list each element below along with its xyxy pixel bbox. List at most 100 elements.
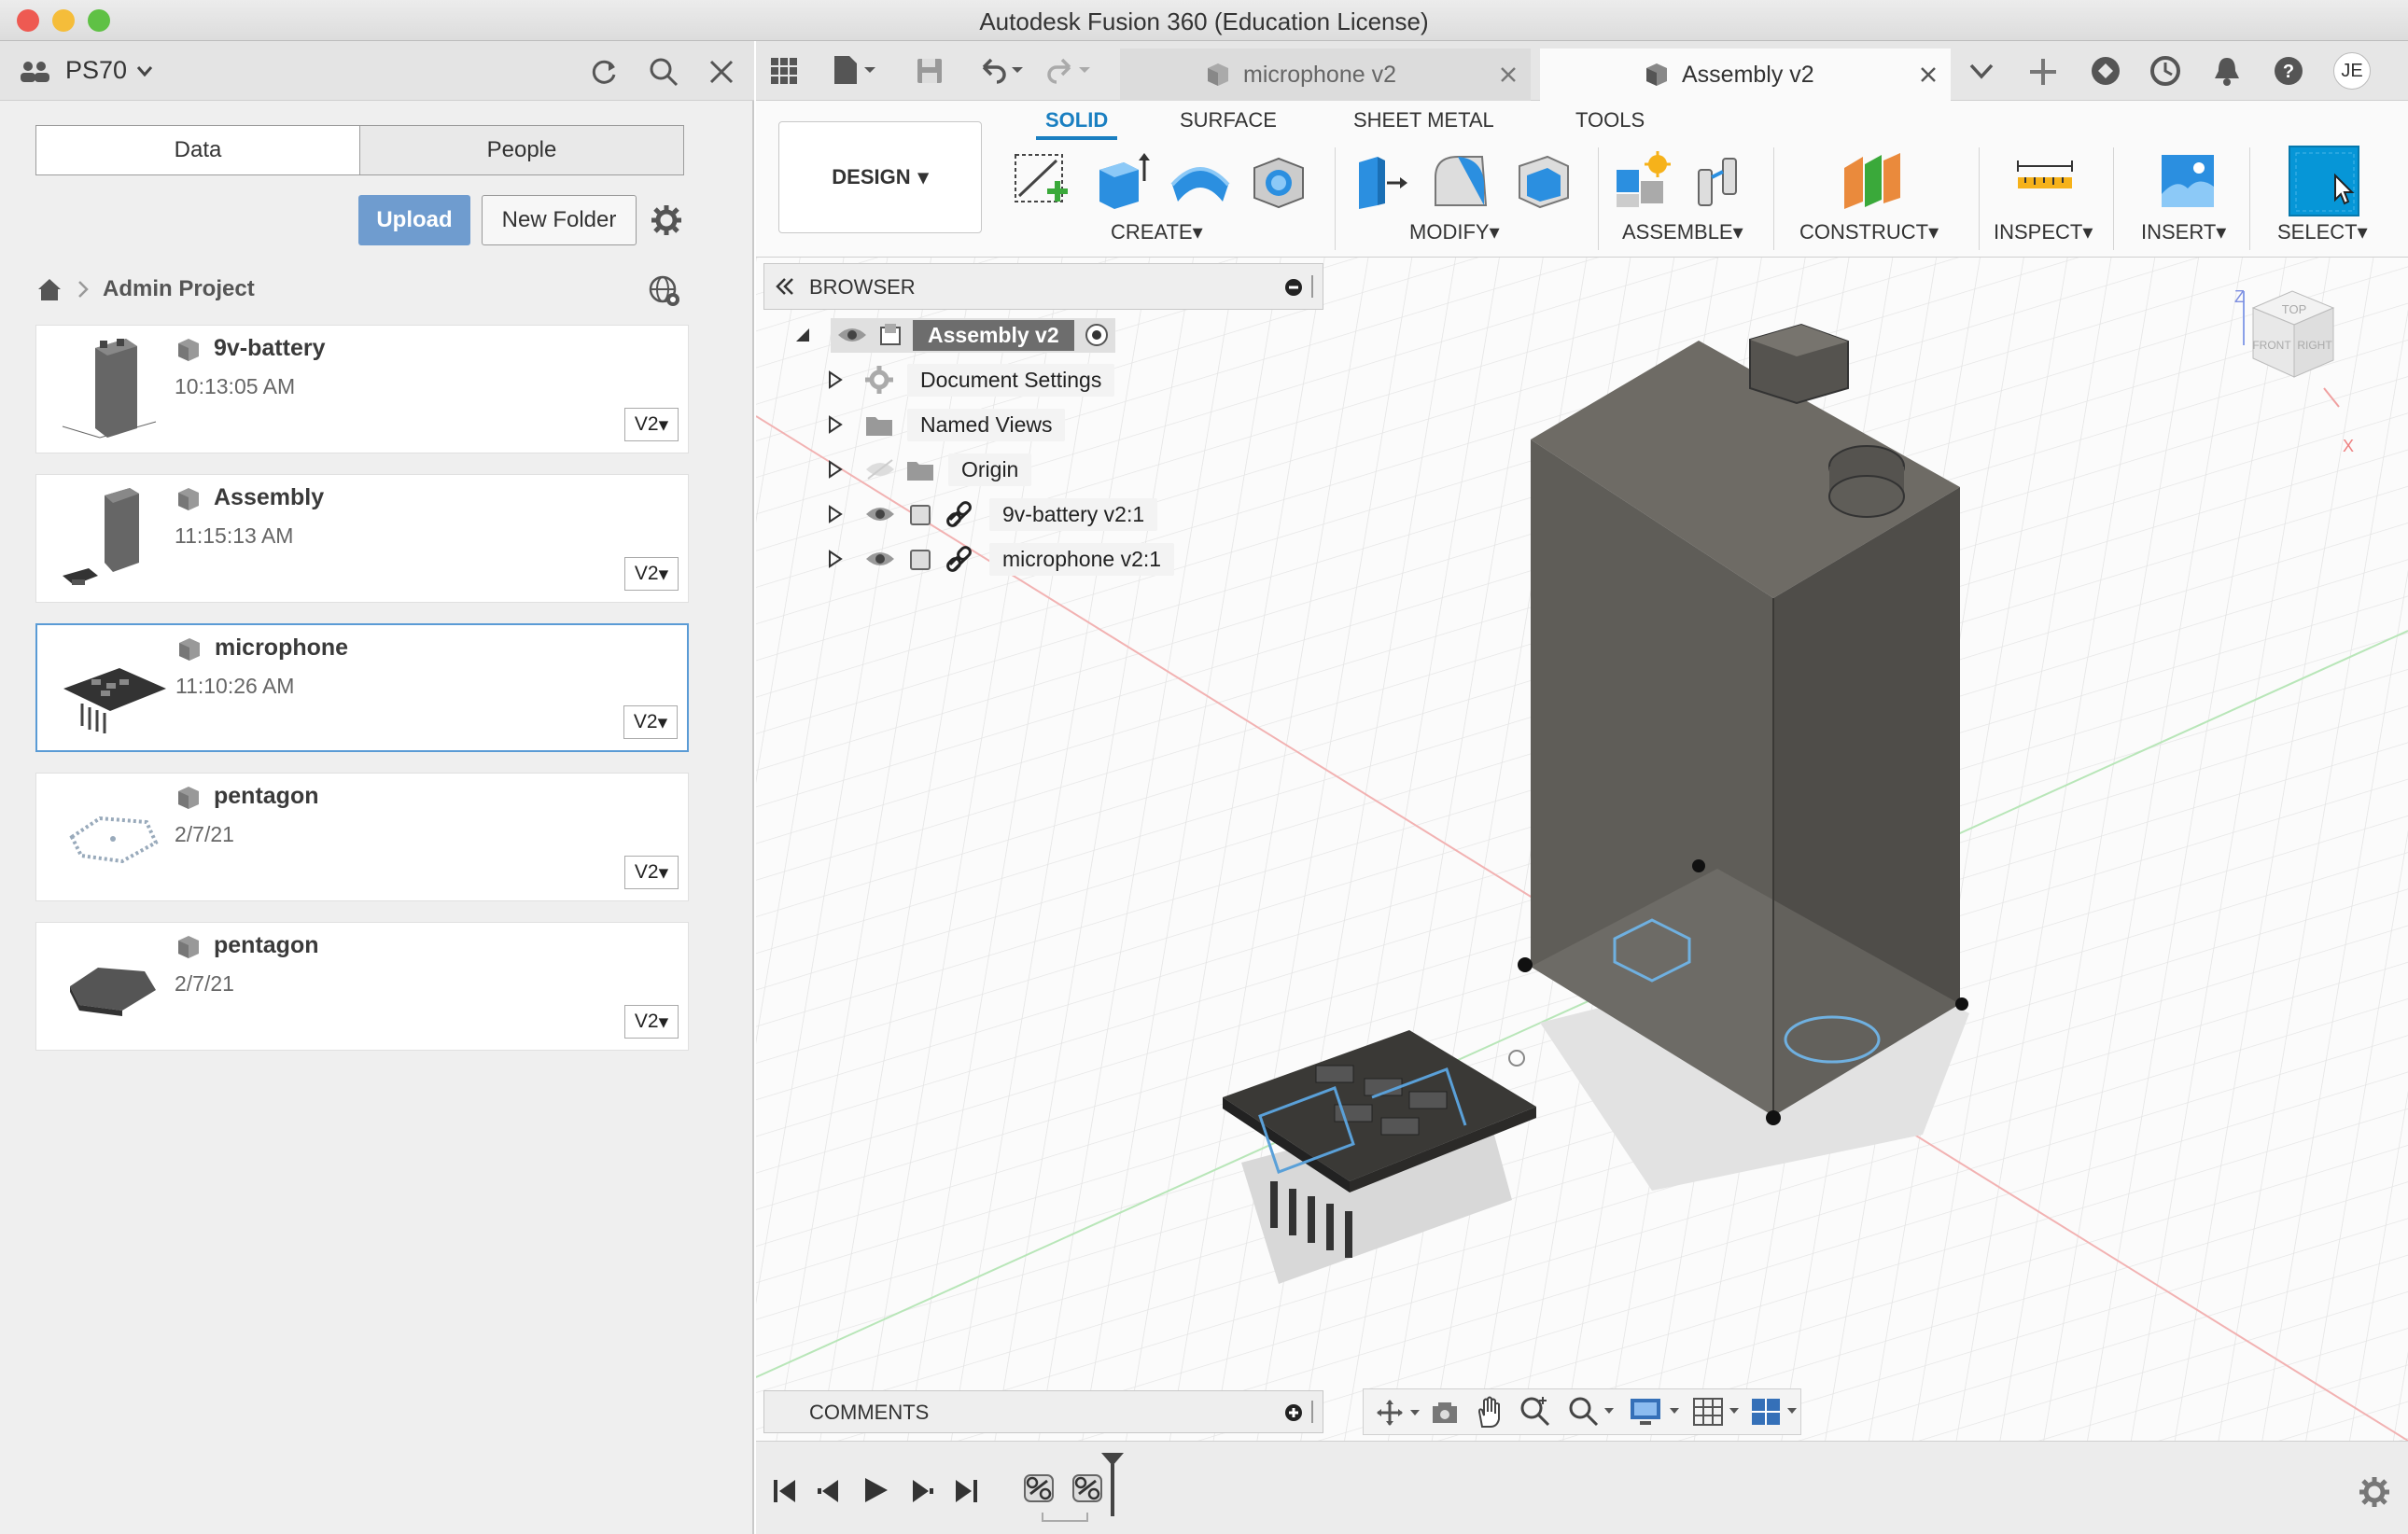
insert-menu[interactable]: INSERT▾: [2141, 220, 2226, 244]
pan-hand-icon[interactable]: [1474, 1395, 1505, 1429]
step-back-icon[interactable]: [816, 1477, 844, 1505]
help-icon[interactable]: ?: [2272, 54, 2305, 88]
collapsed-triangle-icon[interactable]: [827, 370, 844, 389]
inspect-menu[interactable]: INSPECT▾: [1994, 220, 2093, 244]
expanded-triangle-icon[interactable]: [793, 326, 812, 344]
hidden-eye-icon[interactable]: [864, 458, 896, 481]
insert-image-icon[interactable]: [2156, 149, 2218, 211]
revolve-icon[interactable]: [1167, 149, 1232, 211]
zoom-icon[interactable]: [1519, 1395, 1552, 1429]
add-comment-icon[interactable]: [1283, 1402, 1304, 1423]
globe-icon[interactable]: [648, 274, 681, 308]
tree-item-label[interactable]: Document Settings: [907, 363, 1115, 397]
browser-row-named-views[interactable]: Named Views: [827, 407, 1066, 442]
browser-root-row[interactable]: Assembly v2: [793, 317, 1115, 353]
play-icon[interactable]: [861, 1475, 890, 1505]
offset-plane-icon[interactable]: [1839, 149, 1904, 211]
collapsed-triangle-icon[interactable]: [827, 550, 844, 568]
list-item[interactable]: 9v-battery 10:13:05 AM V2 ▾: [35, 325, 689, 453]
fillet-icon[interactable]: [1430, 149, 1491, 211]
close-tab-icon[interactable]: [1919, 65, 1938, 84]
user-avatar[interactable]: JE: [2333, 52, 2371, 90]
browser-resize-handle[interactable]: [1311, 275, 1315, 298]
close-tab-icon[interactable]: [1499, 65, 1518, 84]
look-at-icon[interactable]: [1429, 1399, 1461, 1427]
construct-menu[interactable]: CONSTRUCT▾: [1799, 220, 1939, 244]
browser-minimize-icon[interactable]: [1283, 277, 1304, 298]
tree-item-label[interactable]: microphone v2:1: [989, 542, 1175, 576]
go-to-end-icon[interactable]: [952, 1477, 980, 1505]
activate-radio-icon[interactable]: [1084, 322, 1110, 348]
extensions-icon[interactable]: [2089, 54, 2122, 88]
create-sketch-icon[interactable]: [1010, 149, 1071, 211]
upload-button[interactable]: Upload: [358, 195, 470, 245]
job-status-clock-icon[interactable]: [2149, 54, 2182, 88]
new-tab-plus-icon[interactable]: [2027, 56, 2059, 88]
assemble-menu[interactable]: ASSEMBLE▾: [1622, 220, 1743, 244]
list-item[interactable]: Assembly 11:15:13 AM V2 ▾: [35, 474, 689, 603]
tab-surface[interactable]: SURFACE: [1180, 108, 1277, 132]
new-folder-button[interactable]: New Folder: [482, 195, 637, 245]
version-dropdown[interactable]: V2 ▾: [624, 1005, 679, 1039]
home-icon[interactable]: [35, 276, 63, 302]
joint-icon[interactable]: [1689, 149, 1751, 211]
undo-icon[interactable]: [976, 54, 1029, 88]
tab-sheet-metal[interactable]: SHEET METAL: [1353, 108, 1494, 132]
collapsed-triangle-icon[interactable]: [827, 505, 844, 523]
root-component-label[interactable]: Assembly v2: [913, 319, 1074, 351]
browser-row-document-settings[interactable]: Document Settings: [827, 362, 1115, 397]
save-icon[interactable]: [915, 56, 945, 86]
timeline-marker-icon[interactable]: [1099, 1451, 1126, 1526]
modify-menu[interactable]: MODIFY▾: [1409, 220, 1500, 244]
breadcrumb-project[interactable]: Admin Project: [103, 276, 255, 302]
workspace-dropdown[interactable]: DESIGN ▾: [778, 121, 982, 233]
timeline-settings-gear-icon[interactable]: [2358, 1475, 2391, 1509]
collapsed-triangle-icon[interactable]: [827, 460, 844, 479]
search-icon[interactable]: [648, 56, 679, 88]
grid-icon[interactable]: [769, 56, 799, 86]
browser-row-9v-battery[interactable]: 9v-battery v2:1: [827, 496, 1158, 532]
tab-people[interactable]: People: [359, 125, 684, 175]
browser-row-origin[interactable]: Origin: [827, 452, 1032, 487]
tab-microphone-v2[interactable]: microphone v2: [1120, 49, 1531, 101]
tab-overflow-chevron-icon[interactable]: [1967, 60, 1995, 84]
tree-item-label[interactable]: Named Views: [907, 408, 1066, 441]
select-tool-button[interactable]: [2289, 146, 2359, 216]
fit-window-icon[interactable]: [1567, 1395, 1617, 1429]
notifications-bell-icon[interactable]: [2210, 54, 2244, 88]
display-settings-icon[interactable]: [1629, 1395, 1685, 1429]
refresh-icon[interactable]: [588, 56, 620, 88]
list-item[interactable]: pentagon 2/7/21 V2 ▾: [35, 773, 689, 901]
hole-icon[interactable]: [1247, 149, 1309, 211]
comments-resize-handle[interactable]: [1311, 1401, 1315, 1423]
tab-data[interactable]: Data: [35, 125, 360, 175]
viewports-icon[interactable]: [1750, 1395, 1802, 1429]
version-dropdown[interactable]: V2 ▾: [624, 408, 679, 441]
tree-item-label[interactable]: Origin: [948, 453, 1032, 486]
browser-row-microphone[interactable]: microphone v2:1: [827, 541, 1175, 577]
tree-item-label[interactable]: 9v-battery v2:1: [989, 497, 1158, 531]
extrude-icon[interactable]: [1090, 149, 1152, 211]
list-item[interactable]: microphone 11:10:26 AM V2 ▾: [35, 623, 689, 752]
tab-solid[interactable]: SOLID: [1036, 108, 1118, 140]
gear-icon[interactable]: [650, 203, 683, 237]
create-menu[interactable]: CREATE▾: [1111, 220, 1203, 244]
file-icon[interactable]: [831, 54, 877, 86]
visibility-eye-icon[interactable]: [864, 548, 896, 570]
collapsed-triangle-icon[interactable]: [827, 415, 844, 434]
team-selector[interactable]: PS70: [65, 56, 153, 85]
version-dropdown[interactable]: V2 ▾: [624, 557, 679, 591]
version-dropdown[interactable]: V2 ▾: [624, 856, 679, 889]
orbit-move-icon[interactable]: [1373, 1397, 1423, 1429]
redo-icon[interactable]: [1043, 54, 1096, 88]
go-to-start-icon[interactable]: [771, 1477, 799, 1505]
press-pull-icon[interactable]: [1350, 149, 1411, 211]
visibility-eye-icon[interactable]: [864, 503, 896, 525]
new-component-icon[interactable]: [1613, 149, 1674, 211]
step-forward-icon[interactable]: [907, 1477, 935, 1505]
shell-icon[interactable]: [1510, 149, 1572, 211]
timeline-joint-feature-icon[interactable]: [1021, 1470, 1058, 1507]
version-dropdown[interactable]: V2 ▾: [623, 705, 678, 739]
tab-tools[interactable]: TOOLS: [1575, 108, 1645, 132]
list-item[interactable]: pentagon 2/7/21 V2 ▾: [35, 922, 689, 1051]
